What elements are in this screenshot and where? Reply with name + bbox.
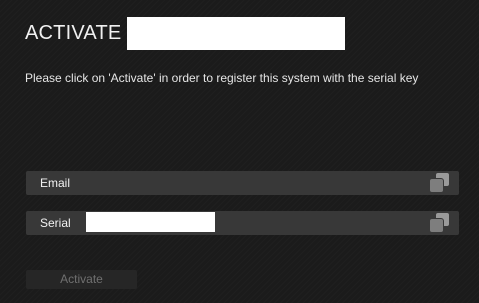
email-field[interactable]: Email [26,171,459,195]
email-label: Email [40,176,71,190]
instruction-text: Please click on 'Activate' in order to r… [25,71,419,85]
copy-icon-front-square [430,179,443,192]
serial-field[interactable]: Serial [26,211,459,235]
redacted-system-name [127,17,345,50]
page-title: ACTIVATE [25,22,122,44]
copy-email-icon[interactable] [430,173,450,193]
serial-label: Serial [40,216,71,230]
copy-icon-front-square [430,219,443,232]
copy-serial-icon[interactable] [430,213,450,233]
serial-value-redacted [86,212,215,232]
activate-button[interactable]: Activate [26,270,137,289]
header: ACTIVATE [25,17,121,50]
